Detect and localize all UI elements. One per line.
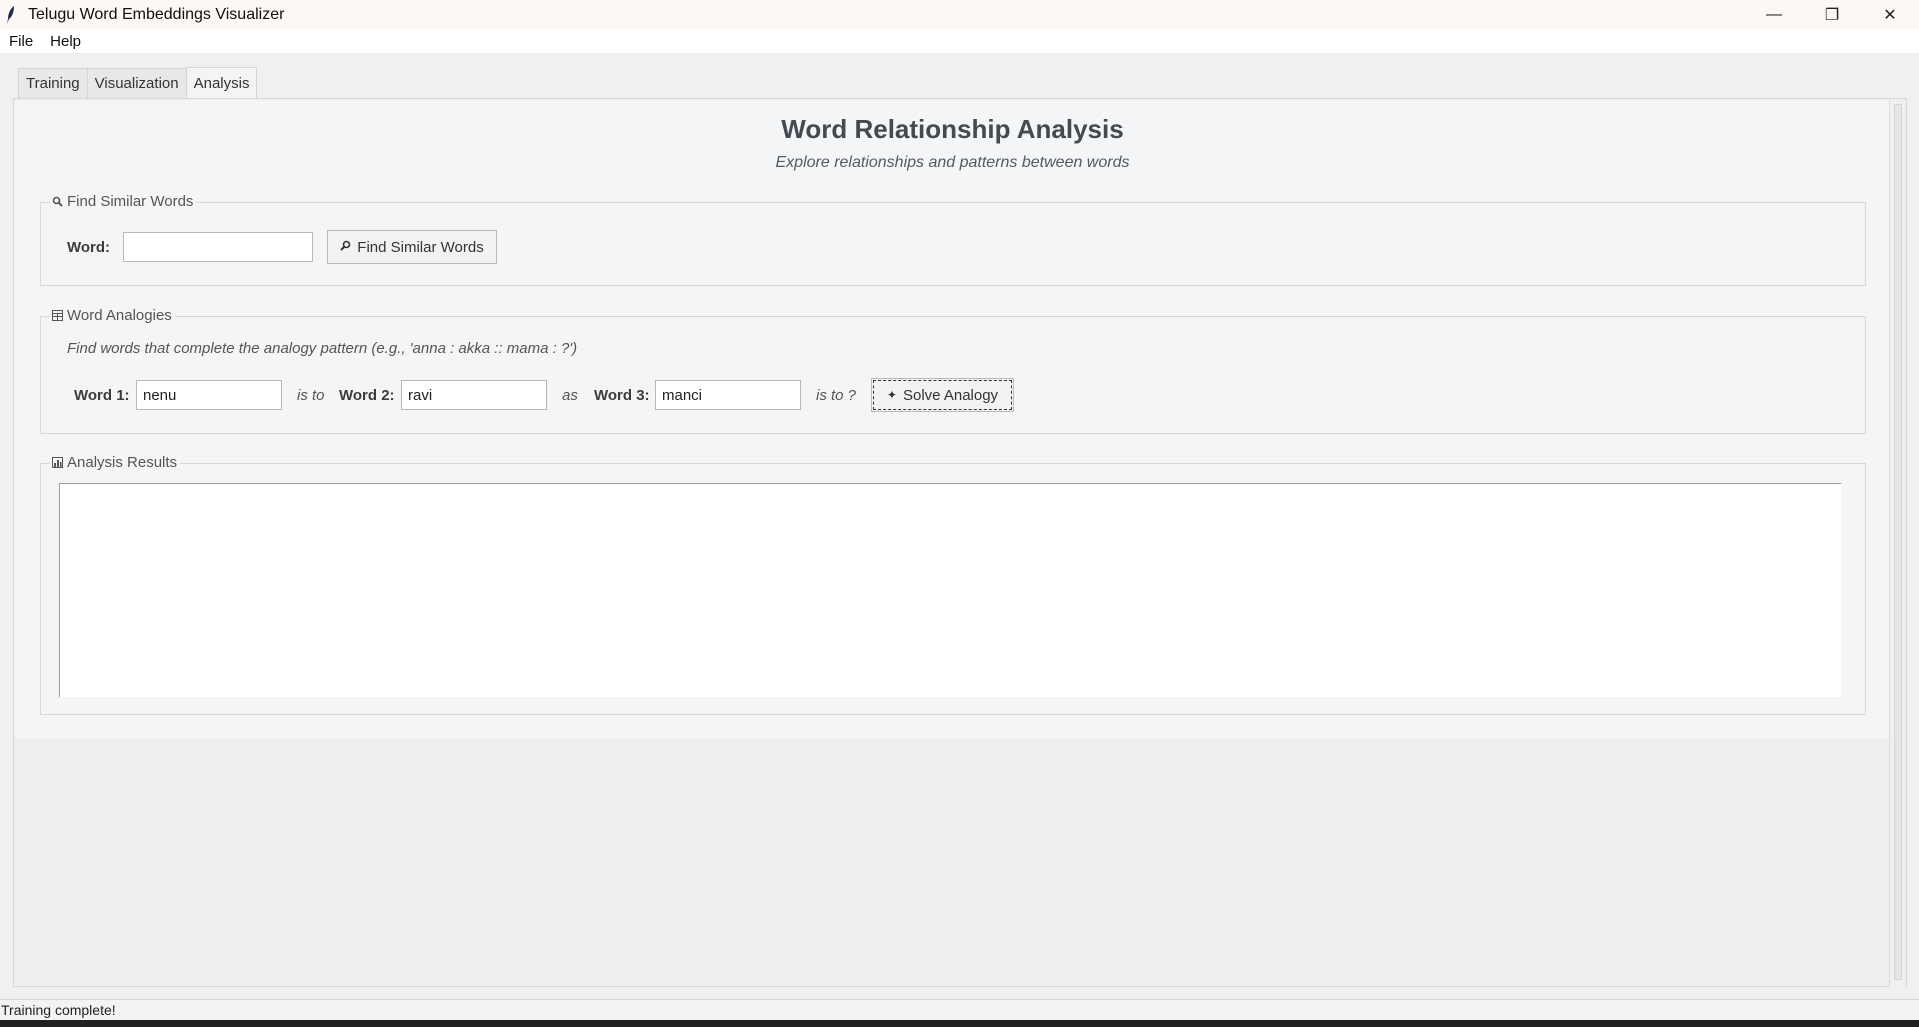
find-similar-legend: Find Similar Words	[50, 193, 197, 210]
find-similar-button[interactable]: Find Similar Words	[327, 230, 497, 264]
as-label: as	[562, 387, 578, 404]
window-controls: — ❐ ✕	[1745, 0, 1919, 29]
minimize-button[interactable]: —	[1745, 0, 1803, 29]
taskbar-strip	[0, 1020, 1919, 1027]
is-to-label: is to	[297, 387, 325, 404]
word-analogies-legend-label: Word Analogies	[67, 307, 172, 324]
analysis-tab-content: Word Relationship Analysis Explore relat…	[13, 98, 1907, 987]
table-icon	[51, 310, 63, 322]
sparkle-icon: ✦	[886, 388, 897, 402]
feather-icon	[7, 5, 14, 24]
word3-label: Word 3:	[594, 387, 650, 404]
analysis-panel: Word Relationship Analysis Explore relat…	[15, 100, 1890, 739]
tab-visualization[interactable]: Visualization	[86, 68, 187, 98]
tab-training[interactable]: Training	[18, 68, 88, 98]
window-title: Telugu Word Embeddings Visualizer	[28, 5, 285, 23]
menu-bar: File Help	[0, 29, 1919, 53]
scrollbar-thumb[interactable]	[1894, 104, 1902, 980]
tab-bar: Training Visualization Analysis	[18, 66, 258, 99]
chart-icon	[51, 457, 63, 469]
analogy-description: Find words that complete the analogy pat…	[67, 340, 578, 357]
results-textbox[interactable]	[59, 483, 1841, 697]
word-label: Word:	[67, 239, 111, 256]
magnifier-icon	[340, 240, 351, 254]
page-subtitle: Explore relationships and patterns betwe…	[775, 154, 1130, 171]
status-bar: Training complete!	[0, 999, 1919, 1020]
word-analogies-legend: Word Analogies	[50, 307, 175, 324]
magnifier-icon	[51, 196, 63, 208]
solve-analogy-button-label: Solve Analogy	[902, 386, 999, 404]
word2-input[interactable]	[401, 380, 547, 410]
notebook: Training Visualization Analysis Word Rel…	[13, 66, 1907, 987]
analysis-results-legend: Analysis Results	[50, 454, 181, 471]
close-button[interactable]: ✕	[1861, 0, 1919, 29]
solve-analogy-button[interactable]: ✦ Solve Analogy	[871, 378, 1014, 412]
menu-file[interactable]: File	[0, 33, 41, 50]
page-title: Word Relationship Analysis	[781, 114, 1124, 144]
analysis-results-group: Analysis Results	[40, 454, 1866, 715]
word2-label: Word 2:	[339, 387, 395, 404]
find-similar-button-label: Find Similar Words	[357, 238, 484, 256]
menu-help[interactable]: Help	[41, 33, 89, 50]
find-similar-group: Find Similar Words Word: Find Similar Wo…	[40, 193, 1866, 286]
similar-word-input[interactable]	[123, 232, 313, 262]
title-bar: Telugu Word Embeddings Visualizer — ❐ ✕	[0, 0, 1919, 29]
tab-analysis[interactable]: Analysis	[185, 67, 258, 99]
word1-label: Word 1:	[74, 387, 130, 404]
analysis-results-legend-label: Analysis Results	[67, 454, 178, 471]
is-to-question-label: is to ?	[816, 387, 857, 404]
vertical-scrollbar[interactable]	[1889, 100, 1906, 987]
status-text: Training complete!	[1, 1002, 116, 1018]
restore-button[interactable]: ❐	[1803, 0, 1861, 29]
word3-input[interactable]	[655, 380, 801, 410]
word1-input[interactable]	[136, 380, 282, 410]
word-analogies-group: Word Analogies Find words that complete …	[40, 307, 1866, 434]
find-similar-legend-label: Find Similar Words	[67, 193, 194, 210]
